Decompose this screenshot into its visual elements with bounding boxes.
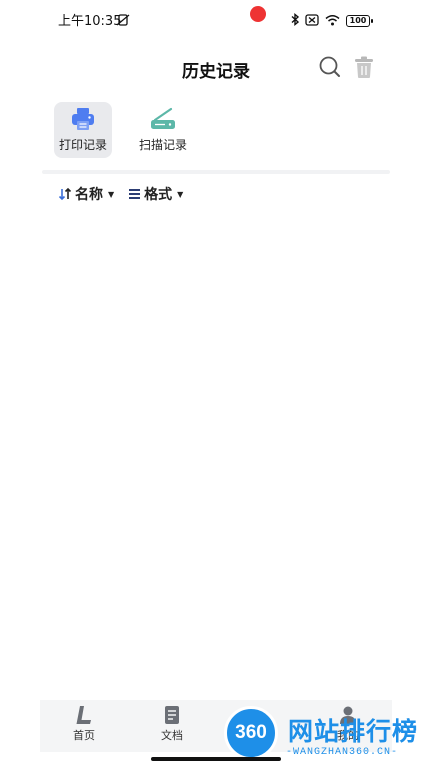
watermark-badge: 360 bbox=[235, 722, 267, 743]
home-logo-icon bbox=[76, 706, 91, 724]
battery-icon: 100 bbox=[346, 14, 373, 27]
wifi-icon bbox=[325, 11, 340, 30]
watermark: 360 网站排行榜 -WANGZHAN360.CN- bbox=[224, 706, 432, 764]
nav-label: 首页 bbox=[73, 729, 95, 742]
sort-arrows-icon bbox=[58, 187, 72, 201]
nav-documents[interactable]: 文档 bbox=[137, 700, 207, 743]
sort-filter-row: 名称 ▼ 格式 ▼ bbox=[58, 184, 183, 204]
home-indicator[interactable] bbox=[151, 757, 281, 761]
document-icon bbox=[165, 706, 179, 724]
header: 历史记录 bbox=[0, 48, 432, 88]
printer-icon bbox=[72, 108, 94, 130]
search-button[interactable] bbox=[318, 55, 342, 79]
history-screen: 上午10:35 100 历史记录 打印记录 扫描记录 名称 ▼ 格式 ▼ 首页 … bbox=[0, 0, 432, 768]
watermark-logo: 360 bbox=[224, 706, 278, 760]
caret-down-icon: ▼ bbox=[108, 189, 115, 199]
record-tabs: 打印记录 扫描记录 bbox=[54, 102, 198, 158]
search-icon bbox=[319, 56, 340, 77]
sim-off-icon bbox=[305, 11, 319, 30]
sort-by-name-button[interactable]: 名称 ▼ bbox=[58, 184, 114, 204]
tab-label: 打印记录 bbox=[58, 138, 107, 152]
status-bar: 上午10:35 100 bbox=[0, 0, 432, 36]
status-time: 上午10:35 bbox=[58, 14, 122, 29]
sort-name-label: 名称 bbox=[75, 187, 103, 203]
trash-icon bbox=[355, 56, 373, 78]
watermark-title: 网站排行榜 bbox=[288, 717, 419, 746]
format-label: 格式 bbox=[144, 187, 173, 203]
divider bbox=[42, 170, 390, 174]
filter-by-format-button[interactable]: 格式 ▼ bbox=[128, 184, 183, 204]
caret-down-icon: ▼ bbox=[177, 189, 184, 199]
watermark-subtitle: -WANGZHAN360.CN- bbox=[286, 747, 399, 758]
scanner-icon bbox=[151, 107, 175, 129]
notification-badge bbox=[250, 6, 266, 22]
nav-home[interactable]: 首页 bbox=[49, 700, 119, 743]
vibrate-off-icon bbox=[116, 11, 130, 30]
list-icon bbox=[129, 189, 141, 199]
tab-label: 扫描记录 bbox=[138, 138, 187, 152]
tab-print-records[interactable]: 打印记录 bbox=[54, 102, 112, 158]
nav-label: 文档 bbox=[161, 729, 183, 742]
bluetooth-icon bbox=[291, 11, 300, 30]
tab-scan-records[interactable]: 扫描记录 bbox=[128, 102, 198, 158]
status-icons: 100 bbox=[291, 11, 373, 30]
delete-button[interactable] bbox=[353, 55, 375, 79]
